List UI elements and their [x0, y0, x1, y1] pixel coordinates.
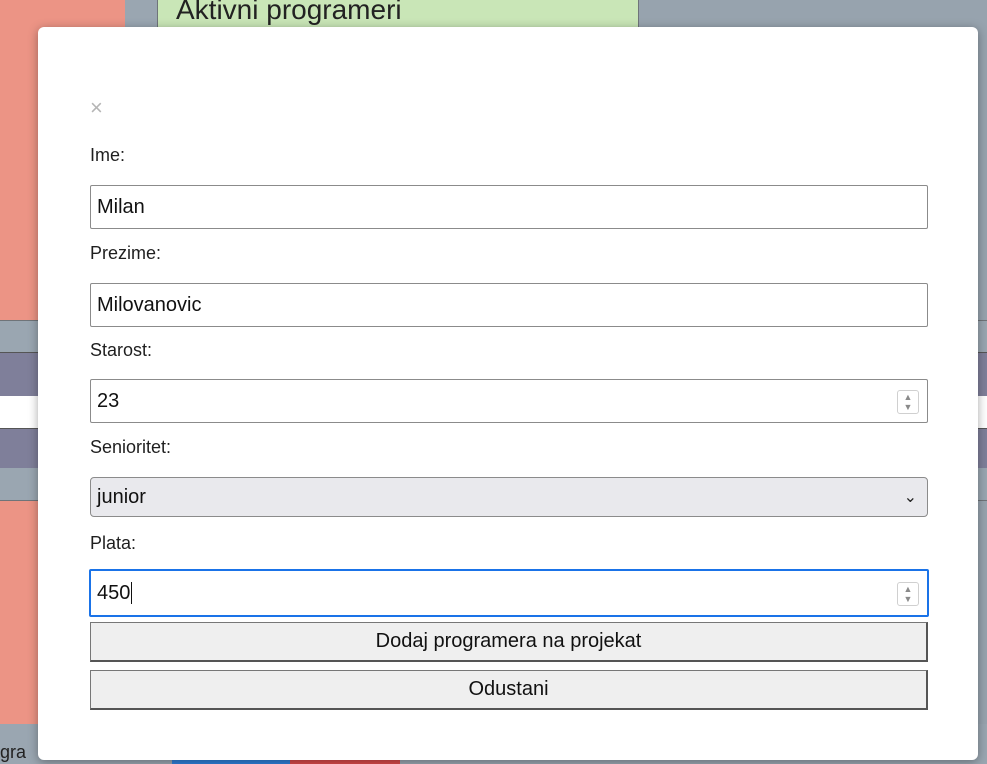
- salary-label: Plata:: [90, 533, 137, 553]
- background-text-fragment: gra: [0, 742, 27, 762]
- seniority-select[interactable]: junior ⌄: [90, 477, 928, 517]
- salary-input[interactable]: 450 ▲ ▼: [89, 569, 929, 617]
- salary-value: 450: [97, 581, 131, 604]
- age-value: 23: [97, 389, 120, 412]
- first-name-label: Ime:: [90, 145, 126, 165]
- background-header-title: Aktivni programeri: [176, 0, 402, 25]
- spinner-icon[interactable]: ▲ ▼: [897, 390, 919, 414]
- age-label: Starost:: [90, 340, 153, 360]
- close-icon[interactable]: ×: [90, 97, 103, 119]
- first-name-input[interactable]: Milan: [90, 185, 928, 229]
- text-caret: [131, 582, 133, 604]
- age-input[interactable]: 23 ▲ ▼: [90, 379, 928, 423]
- cancel-button[interactable]: Odustani: [90, 670, 928, 710]
- seniority-value: junior: [97, 485, 146, 508]
- chevron-down-icon: ⌄: [903, 489, 917, 506]
- last-name-input[interactable]: Milovanovic: [90, 283, 928, 327]
- first-name-value: Milan: [97, 195, 145, 218]
- add-programmer-button[interactable]: Dodaj programera na projekat: [90, 622, 928, 662]
- add-programmer-modal: × Ime: Milan Prezime: Milovanovic Staros…: [38, 27, 978, 760]
- last-name-value: Milovanovic: [97, 293, 202, 316]
- spinner-icon[interactable]: ▲ ▼: [897, 582, 919, 606]
- seniority-label: Senioritet:: [90, 437, 172, 457]
- last-name-label: Prezime:: [90, 243, 162, 263]
